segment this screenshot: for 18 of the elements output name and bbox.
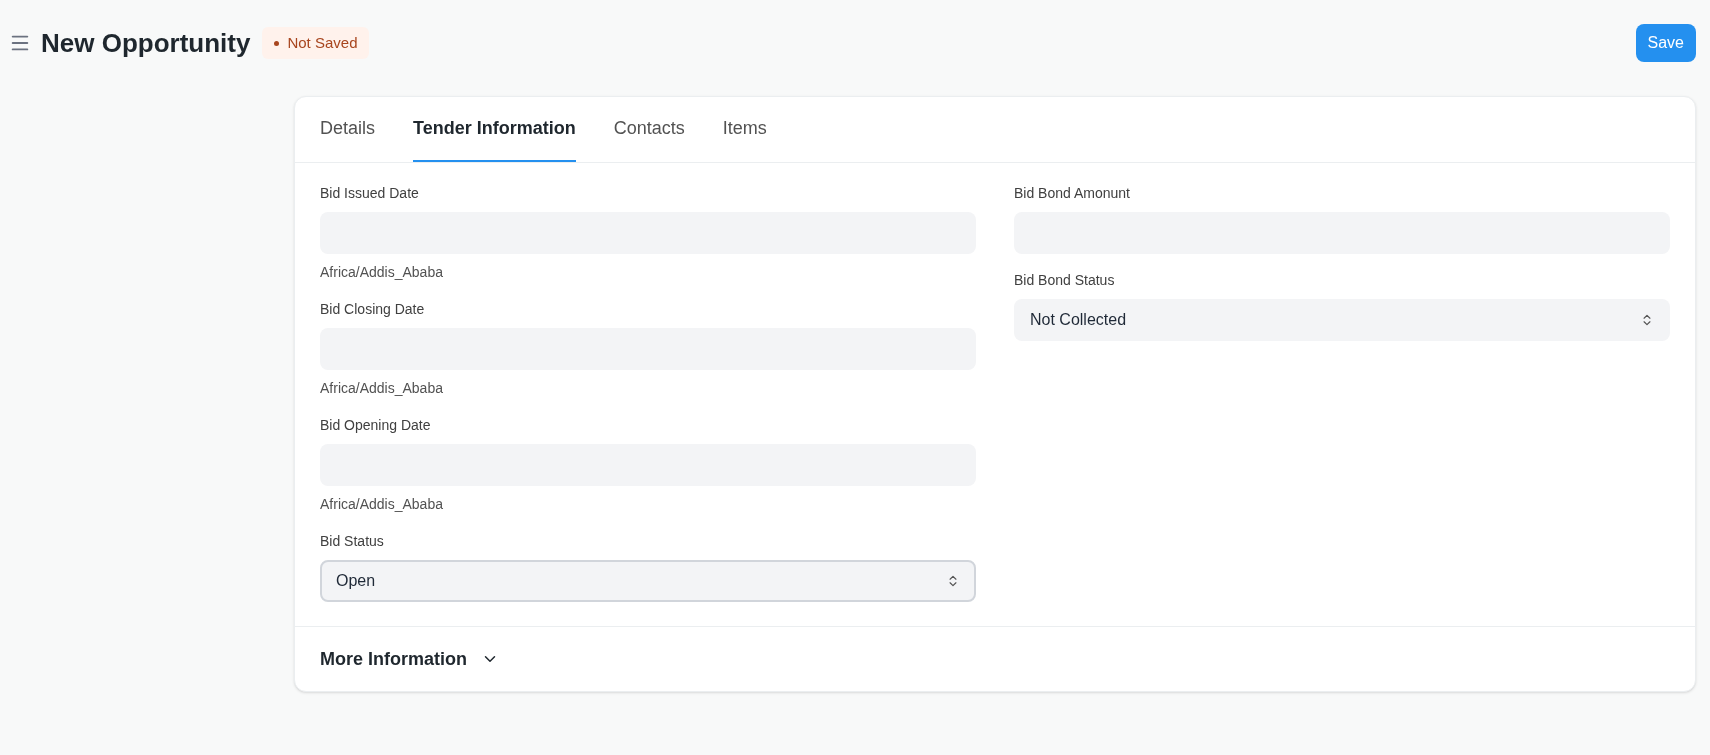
tab[interactable]: Items [722,97,767,162]
select-field[interactable]: Not Collected [1014,299,1670,341]
field-label: Bid Closing Date [320,300,426,319]
tab[interactable]: Contacts [613,97,685,162]
select-field[interactable]: Open [320,560,976,602]
field-label: Bid Opening Date [320,416,432,435]
field-label: Bid Bond Amonunt [1014,184,1131,203]
tab[interactable]: Details [320,97,376,162]
field-label: Bid Issued Date [320,184,420,203]
timezone-note: Africa/Addis_Ababa [320,263,444,282]
status-text: Not Saved [287,32,358,53]
tab[interactable]: Tender Information [413,97,576,162]
field-label: Bid Bond Status [1014,271,1116,290]
section-toggle[interactable]: More Information [295,627,524,691]
page-title: New Opportunity [41,26,251,60]
timezone-note: Africa/Addis_Ababa [320,379,444,398]
timezone-note: Africa/Addis_Ababa [320,495,444,514]
field-label: Bid Status [320,532,385,551]
